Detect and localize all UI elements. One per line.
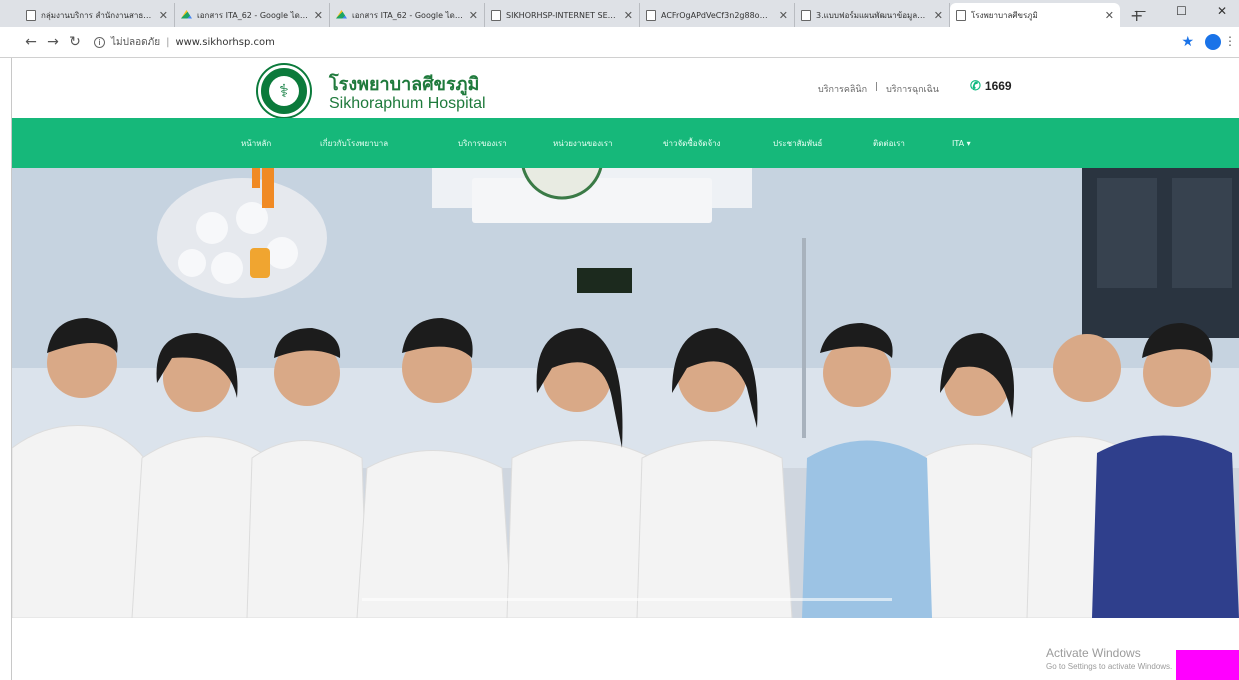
brand[interactable]: โรงพยาบาลศีขรภูมิ Sikhoraphum Hospital (329, 75, 486, 113)
clinic-services-link[interactable]: บริการคลินิก (818, 82, 867, 96)
close-icon[interactable]: ✕ (1105, 9, 1114, 22)
tab-4[interactable]: SIKHORHSP-INTERNET SERVICE ✕ (485, 3, 640, 27)
page-icon (801, 9, 811, 21)
tab-5[interactable]: ACFrOgAPdVeCf3n2g88omreu ✕ (640, 3, 795, 27)
tab-title: SIKHORHSP-INTERNET SERVICE (506, 10, 619, 20)
nav-departments[interactable]: หน่วยงานของเรา (553, 118, 613, 168)
nav-home[interactable]: หน้าหลัก (241, 118, 271, 168)
hero-staff-photo (12, 168, 1239, 618)
separator: | (875, 82, 879, 92)
nav-contact[interactable]: ติดต่อเรา (873, 118, 905, 168)
tab-title: เอกสาร ITA_62 - Google ไดรฟ์ (197, 10, 309, 20)
close-icon[interactable]: ✕ (624, 9, 633, 22)
tab-3[interactable]: เอกสาร ITA_62 - Google ไดรฟ์ ✕ (330, 3, 485, 27)
magenta-block (1176, 650, 1239, 680)
minimize-icon[interactable]: — (1134, 4, 1146, 18)
site-header: ⚕ โรงพยาบาลศีขรภูมิ Sikhoraphum Hospital… (12, 58, 1239, 118)
caduceus-icon: ⚕ (269, 76, 299, 106)
insecure-label: ไม่ปลอดภัย (111, 36, 161, 48)
watermark-subtitle: Go to Settings to activate Windows. (1046, 662, 1173, 671)
emergency-services-link[interactable]: บริการฉุกเฉิน (886, 82, 939, 96)
address-bar: ← → ↻ i ไม่ปลอดภัย | www.sikhorhsp.com ★… (0, 27, 1239, 58)
tab-title: ACFrOgAPdVeCf3n2g88omreu (661, 10, 774, 20)
separator: | (166, 36, 170, 48)
tab-1[interactable]: กลุ่มงานบริการ สำนักงานสาธารณสุข ✕ (20, 3, 175, 27)
tab-title: 3.แบบฟอร์มแผนพัฒนาข้อมูลบนเว็บไซต์ (816, 10, 929, 20)
activate-windows-watermark: Activate Windows Go to Settings to activ… (1046, 646, 1172, 671)
omnibox[interactable]: i ไม่ปลอดภัย | www.sikhorhsp.com (94, 35, 275, 50)
nav-about[interactable]: เกี่ยวกับโรงพยาบาล (320, 118, 388, 168)
hotline-number: 1669 (984, 79, 1012, 93)
watermark-title: Activate Windows (1046, 646, 1141, 660)
close-icon[interactable]: ✕ (314, 9, 323, 22)
brand-name-english: Sikhoraphum Hospital (329, 95, 486, 112)
tab-title: เอกสาร ITA_62 - Google ไดรฟ์ (352, 10, 464, 20)
nav-services[interactable]: บริการของเรา (458, 118, 507, 168)
url-text[interactable]: www.sikhorhsp.com (175, 37, 274, 48)
phone-icon: ✆ (970, 78, 981, 93)
ministry-seal-logo[interactable]: ⚕ (258, 65, 310, 117)
menu-kebab-icon[interactable]: ⋮ (1224, 34, 1236, 48)
maximize-icon[interactable]: ☐ (1176, 4, 1187, 18)
brand-name-thai: โรงพยาบาลศีขรภูมิ (329, 74, 480, 95)
close-window-icon[interactable]: ✕ (1217, 4, 1227, 18)
reload-icon[interactable]: ↻ (64, 34, 86, 50)
main-navigation: หน้าหลัก เกี่ยวกับโรงพยาบาล บริการของเรา… (12, 118, 1239, 168)
nav-announcements[interactable]: ประชาสัมพันธ์ (773, 118, 822, 168)
browser-tab-bar: กลุ่มงานบริการ สำนักงานสาธารณสุข ✕ เอกสา… (0, 0, 1239, 27)
info-icon[interactable]: i (94, 36, 105, 48)
hotline[interactable]: ✆ 1669 (970, 78, 1012, 94)
profile-avatar-icon[interactable] (1205, 34, 1221, 50)
bookmark-star-icon[interactable]: ★ (1181, 34, 1194, 50)
page-icon (26, 9, 36, 21)
drive-icon (336, 10, 347, 19)
header-links: บริการคลินิก | บริการฉุกเฉิน (818, 82, 939, 96)
window-controls: — ☐ ✕ (1134, 4, 1227, 18)
forward-icon[interactable]: → (42, 34, 64, 50)
page-icon (646, 9, 656, 21)
tab-title: โรงพยาบาลศีขรภูมิ (971, 10, 1038, 20)
close-icon[interactable]: ✕ (469, 9, 478, 22)
close-icon[interactable]: ✕ (934, 9, 943, 22)
window-left-edge (0, 58, 12, 680)
tab-active[interactable]: โรงพยาบาลศีขรภูมิ ✕ (950, 3, 1120, 27)
page-icon (956, 9, 966, 21)
close-icon[interactable]: ✕ (779, 9, 788, 22)
page-icon (491, 9, 501, 21)
tab-2[interactable]: เอกสาร ITA_62 - Google ไดรฟ์ ✕ (175, 3, 330, 27)
tab-title: กลุ่มงานบริการ สำนักงานสาธารณสุข (41, 10, 154, 20)
hero-banner (12, 168, 1239, 618)
nav-procurement[interactable]: ข่าวจัดซื้อจัดจ้าง (663, 118, 721, 168)
nav-ita-dropdown[interactable]: ITA ▾ (952, 118, 971, 168)
back-icon[interactable]: ← (20, 34, 42, 50)
close-icon[interactable]: ✕ (159, 9, 168, 22)
drive-icon (181, 10, 192, 19)
tab-6[interactable]: 3.แบบฟอร์มแผนพัฒนาข้อมูลบนเว็บไซต์ ✕ (795, 3, 950, 27)
